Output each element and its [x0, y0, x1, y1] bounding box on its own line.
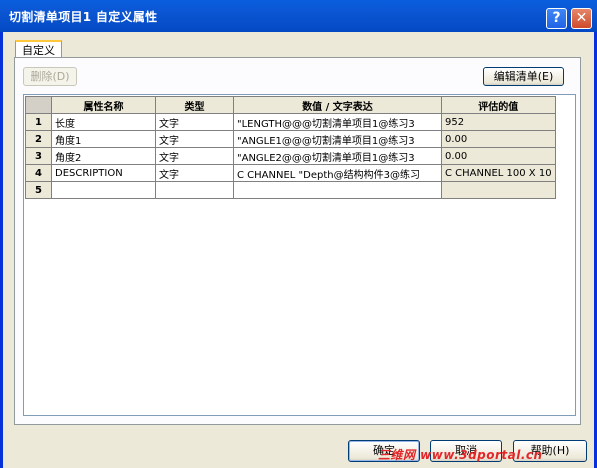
row-number[interactable]: 1 — [25, 113, 52, 131]
property-name-cell[interactable]: 角度1 — [51, 130, 156, 148]
property-type-cell[interactable]: 文字 — [155, 130, 234, 148]
property-type-cell[interactable]: 文字 — [155, 164, 234, 182]
evaluated-value-cell: C CHANNEL 100 X 10 — [441, 164, 556, 182]
property-expression-cell[interactable]: "ANGLE2@@@切割清单项目1@练习3 — [233, 147, 442, 165]
property-name-cell[interactable]: 长度 — [51, 113, 156, 131]
row-number[interactable]: 3 — [25, 147, 52, 165]
property-type-cell[interactable]: 文字 — [155, 147, 234, 165]
property-expression-cell[interactable]: "LENGTH@@@切割清单项目1@练习3 — [233, 113, 442, 131]
delete-button[interactable]: 删除(D) — [23, 67, 77, 86]
corner-cell — [25, 96, 52, 114]
row-number[interactable]: 2 — [25, 130, 52, 148]
properties-table: 属性名称 类型 数值 / 文字表达 评估的值 1 长度 文字 "LENGTH@@… — [25, 96, 556, 199]
row-number[interactable]: 4 — [25, 164, 52, 182]
property-type-cell[interactable] — [155, 181, 234, 199]
edit-list-button[interactable]: 编辑清单(E) — [483, 67, 564, 86]
column-header-expression[interactable]: 数值 / 文字表达 — [233, 96, 442, 114]
property-type-cell[interactable]: 文字 — [155, 113, 234, 131]
evaluated-value-cell: 0.00 — [441, 130, 556, 148]
column-header-name[interactable]: 属性名称 — [51, 96, 156, 114]
property-expression-cell[interactable]: "ANGLE1@@@切割清单项目1@练习3 — [233, 130, 442, 148]
watermark-text: 三维网 www.3dportal.cn — [378, 448, 543, 462]
title-bar[interactable]: 切割清单项目1 自定义属性 ? ✕ — [0, 0, 597, 32]
property-name-cell[interactable]: 角度2 — [51, 147, 156, 165]
evaluated-value-cell: 952 — [441, 113, 556, 131]
window-frame-left — [0, 32, 3, 468]
properties-grid[interactable]: 属性名称 类型 数值 / 文字表达 评估的值 1 长度 文字 "LENGTH@@… — [23, 94, 576, 416]
tab-custom[interactable]: 自定义 — [15, 40, 62, 58]
row-number[interactable]: 5 — [25, 181, 52, 199]
table-header-row: 属性名称 类型 数值 / 文字表达 评估的值 — [25, 96, 556, 114]
column-header-evaluated-value[interactable]: 评估的值 — [441, 96, 556, 114]
column-header-type[interactable]: 类型 — [155, 96, 234, 114]
property-expression-cell[interactable] — [233, 181, 442, 199]
property-name-cell[interactable]: DESCRIPTION — [51, 164, 156, 182]
evaluated-value-cell: 0.00 — [441, 147, 556, 165]
help-icon[interactable]: ? — [546, 8, 567, 29]
property-expression-cell[interactable]: C CHANNEL "Depth@结构构件3@练习 — [233, 164, 442, 182]
table-row[interactable]: 4 DESCRIPTION 文字 C CHANNEL "Depth@结构构件3@… — [25, 164, 556, 182]
table-row[interactable]: 2 角度1 文字 "ANGLE1@@@切割清单项目1@练习3 0.00 — [25, 130, 556, 148]
table-row[interactable]: 1 长度 文字 "LENGTH@@@切割清单项目1@练习3 952 — [25, 113, 556, 131]
close-icon[interactable]: ✕ — [571, 8, 592, 29]
table-row[interactable]: 5 — [25, 181, 556, 199]
evaluated-value-cell — [441, 181, 556, 199]
property-name-cell[interactable] — [51, 181, 156, 199]
table-row[interactable]: 3 角度2 文字 "ANGLE2@@@切割清单项目1@练习3 0.00 — [25, 147, 556, 165]
window-title: 切割清单项目1 自定义属性 — [9, 10, 158, 24]
